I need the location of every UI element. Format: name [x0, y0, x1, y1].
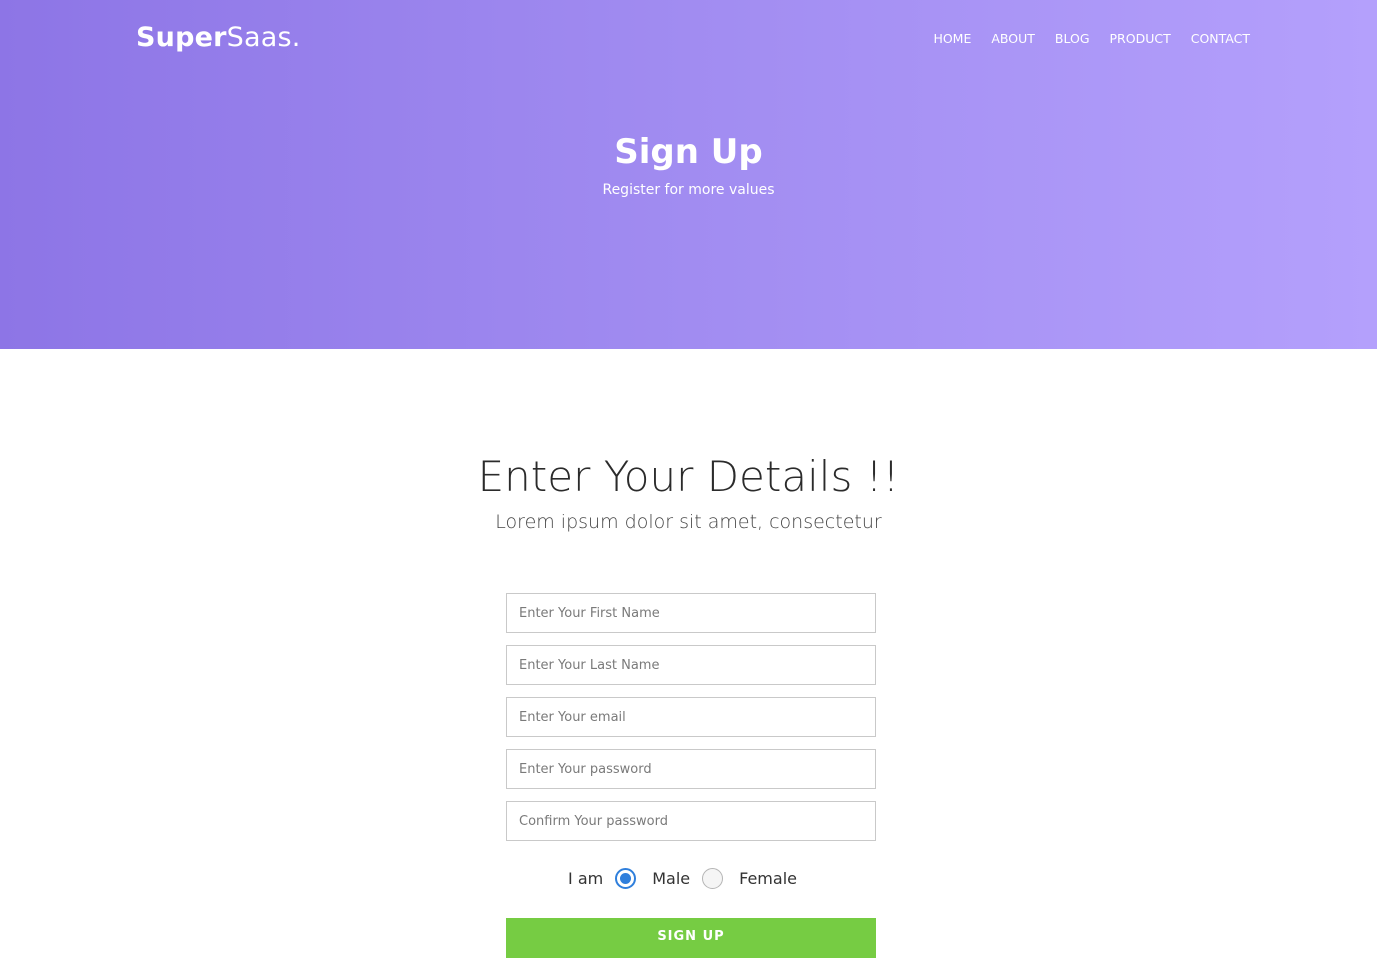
last-name-input[interactable] [506, 645, 876, 685]
nav-home[interactable]: HOME [933, 31, 971, 46]
radio-male[interactable] [615, 868, 637, 889]
gender-selector: I am Male Female [0, 868, 1377, 889]
form-title: Enter Your Details !! [477, 452, 900, 501]
nav-about[interactable]: ABOUT [991, 31, 1035, 46]
nav-blog[interactable]: BLOG [1055, 31, 1090, 46]
form-subtitle: Lorem ipsum dolor sit amet, consectetur [495, 511, 882, 533]
logo-light-text: Saas. [226, 22, 301, 53]
hero-banner: SuperSaas. HOME ABOUT BLOG PRODUCT CONTA… [0, 0, 1377, 349]
radio-female[interactable] [702, 868, 724, 889]
radio-dot [620, 873, 632, 884]
nav-contact[interactable]: CONTACT [1191, 31, 1250, 46]
gender-label: I am [568, 869, 604, 888]
sign-up-button[interactable]: SIGN UP [506, 918, 876, 958]
email-input[interactable] [506, 697, 876, 737]
main-nav: HOME ABOUT BLOG PRODUCT CONTACT [933, 31, 1250, 46]
first-name-input[interactable] [506, 593, 876, 633]
hero-subtitle: Register for more values [602, 182, 775, 198]
logo[interactable]: SuperSaas. [136, 22, 301, 53]
radio-male-label[interactable]: Male [652, 869, 690, 888]
password-input[interactable] [506, 749, 876, 789]
logo-bold-text: Super [136, 22, 227, 53]
radio-female-label[interactable]: Female [739, 869, 797, 888]
nav-product[interactable]: PRODUCT [1110, 31, 1171, 46]
hero-title: Sign Up [614, 132, 763, 172]
confirm-password-input[interactable] [506, 801, 876, 841]
